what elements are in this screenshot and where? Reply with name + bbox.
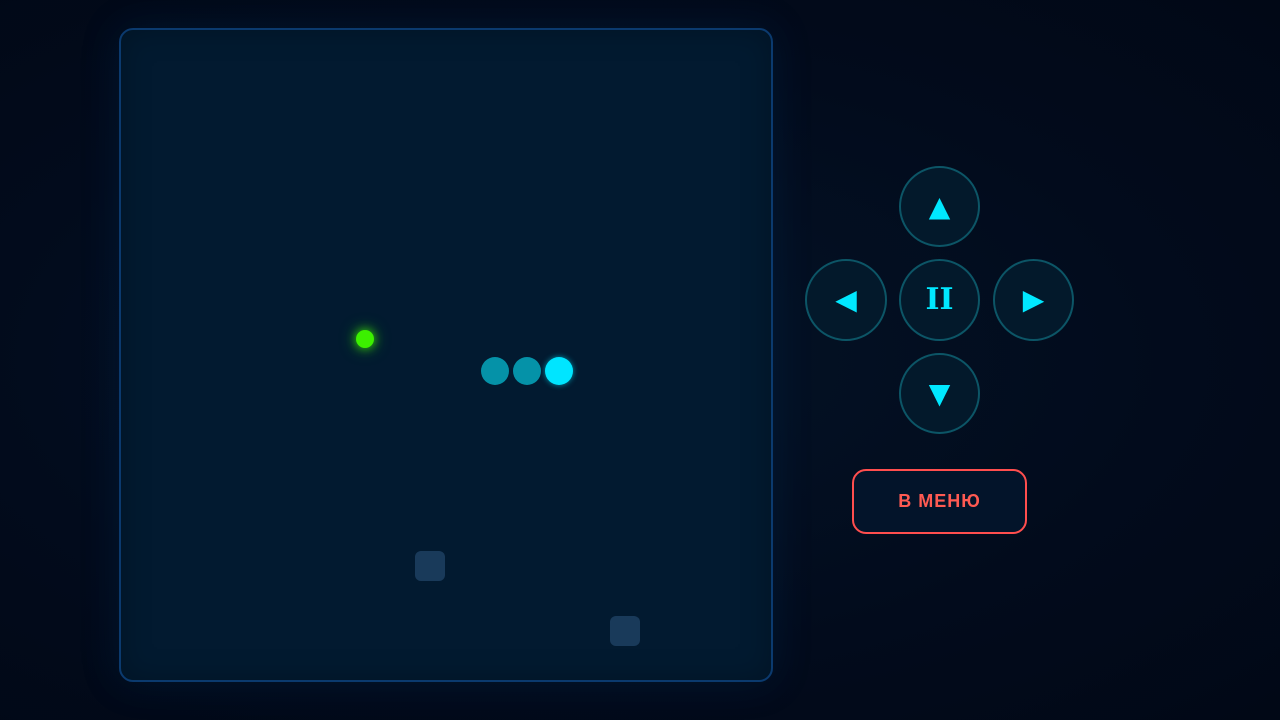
game-board xyxy=(119,28,773,682)
obstacle-block xyxy=(415,551,445,581)
pause-icon: II xyxy=(925,282,954,317)
right-button[interactable]: ▶ xyxy=(993,259,1074,341)
arrow-right-icon: ▶ xyxy=(1022,283,1045,316)
down-button[interactable]: ▼ xyxy=(899,353,980,434)
menu-button[interactable]: В МЕНЮ xyxy=(852,469,1027,534)
up-button[interactable]: ▲ xyxy=(899,166,980,247)
left-button[interactable]: ◀ xyxy=(805,259,887,341)
menu-button-label: В МЕНЮ xyxy=(898,491,981,511)
arrow-up-icon: ▲ xyxy=(928,189,951,223)
arrow-down-icon: ▼ xyxy=(928,376,951,410)
arrow-left-icon: ◀ xyxy=(835,283,857,316)
food-pellet xyxy=(356,330,374,348)
game-screen: ▲ ◀ II ▶ ▼ В МЕНЮ xyxy=(0,0,1280,720)
pause-button[interactable]: II xyxy=(899,259,980,341)
snake-body-segment xyxy=(481,357,509,385)
snake-body-segment xyxy=(513,357,541,385)
obstacle-block xyxy=(610,616,640,646)
snake-head xyxy=(545,357,573,385)
